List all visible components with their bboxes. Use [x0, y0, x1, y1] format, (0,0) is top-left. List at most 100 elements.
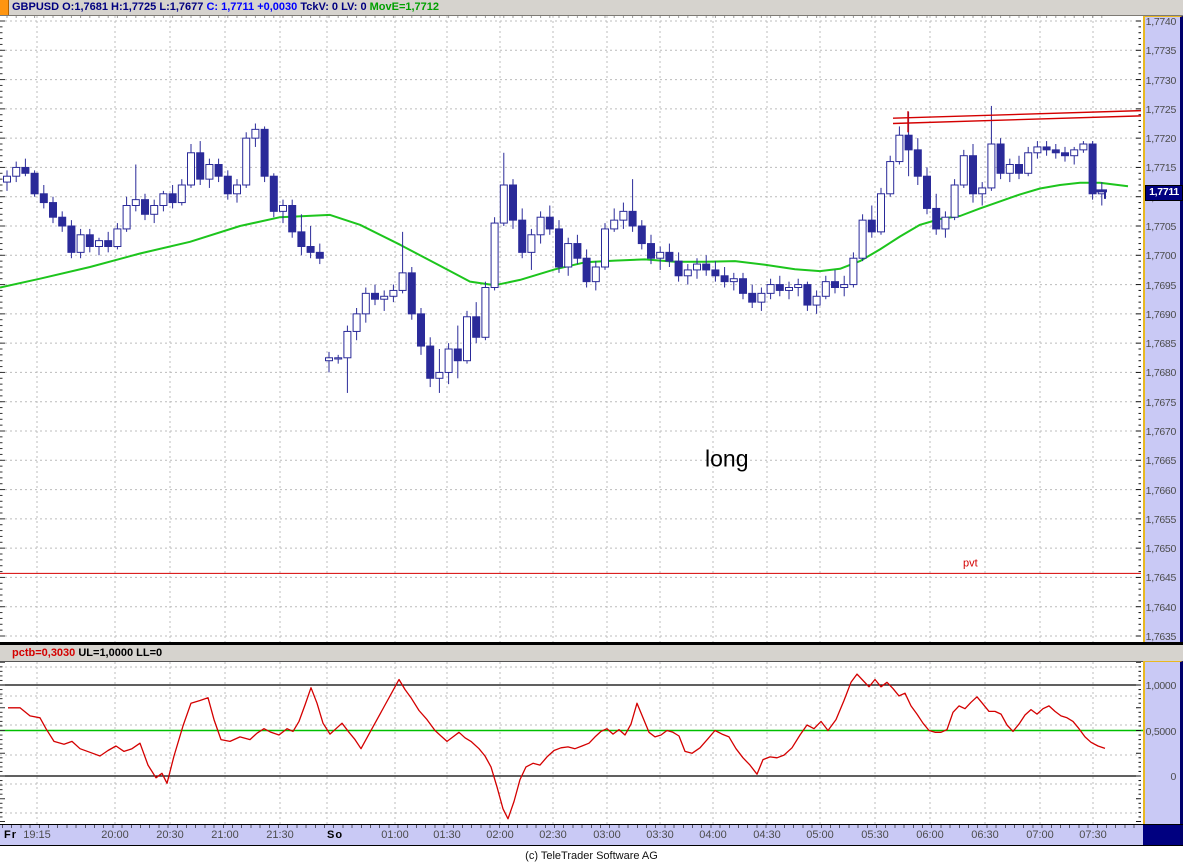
price-axis-label: 1,7660: [1145, 484, 1177, 497]
candle: [683, 269, 692, 277]
candle: [297, 231, 306, 248]
candle: [674, 260, 683, 277]
time-axis-label: 03:30: [646, 829, 674, 841]
readout-segment: MovE=1,7712: [369, 1, 440, 13]
time-axis-label: 03:00: [593, 829, 621, 841]
candle: [831, 281, 839, 288]
indicator-header-bar[interactable]: pctb=0,3030 UL=1,0000 LL=0: [0, 645, 1183, 662]
candle: [21, 166, 30, 174]
candle: [334, 357, 343, 360]
candle: [941, 216, 950, 230]
long-annotation[interactable]: long: [705, 445, 748, 471]
candle: [490, 222, 499, 288]
price-axis-label: 1,7740: [1145, 16, 1177, 28]
candle: [895, 134, 904, 163]
time-axis-label: 20:30: [156, 829, 184, 841]
candle: [1051, 149, 1060, 154]
candle: [996, 143, 1005, 174]
time-axis-label: 21:30: [266, 829, 294, 841]
candle: [187, 152, 195, 186]
candle: [444, 348, 453, 373]
readout-segment: pctb=0,3030: [12, 647, 76, 659]
time-axis-label: Fr: [4, 829, 17, 841]
price-axis-label: 1,7650: [1145, 543, 1177, 556]
price-axis-label: 1,7715: [1145, 162, 1177, 175]
candle: [122, 205, 131, 230]
candle: [785, 287, 793, 291]
candle: [886, 161, 895, 195]
candle: [260, 128, 269, 177]
price-axis-label: 1,7700: [1145, 250, 1177, 263]
candle: [877, 193, 885, 233]
time-axis-label: 01:00: [381, 829, 409, 841]
candle: [223, 175, 232, 195]
candle: [555, 228, 563, 268]
indicator-axis[interactable]: 1,0000 0,5000 0: [1143, 661, 1183, 824]
candle: [1070, 149, 1079, 157]
readout-segment: UL=1,0000 LL=0: [75, 647, 163, 659]
price-axis-label: 1,7730: [1145, 74, 1177, 87]
time-axis-label: 04:30: [753, 829, 781, 841]
price-axis[interactable]: 1,7740 1,7735 1,7730 1,7725 1,7720 1,7715 1,77…: [1143, 16, 1183, 643]
indicator-canvas[interactable]: [0, 662, 1143, 824]
candle: [693, 263, 701, 271]
price-axis-label: 1,7640: [1145, 601, 1177, 614]
candle: [932, 207, 941, 230]
candle: [306, 246, 315, 253]
time-axis-label: 20:00: [101, 829, 129, 841]
price-axis-label: 1,7665: [1145, 455, 1177, 468]
main-chart-canvas[interactable]: pvt long: [0, 16, 1143, 642]
candle: [1088, 143, 1097, 195]
candle: [104, 240, 113, 247]
candle: [150, 205, 159, 215]
time-axis-label: 07:00: [1026, 829, 1054, 841]
candle: [729, 278, 738, 283]
time-axis-label: 02:30: [539, 829, 567, 841]
candle: [867, 219, 876, 233]
candle: [407, 272, 416, 315]
candle: [757, 292, 766, 303]
candle: [582, 257, 591, 283]
candle: [3, 175, 11, 183]
candle: [647, 243, 655, 259]
candle: [969, 155, 977, 195]
candle: [665, 251, 674, 262]
candle: [959, 155, 968, 186]
price-axis-label: 1,7685: [1145, 338, 1177, 351]
candle: [601, 228, 609, 268]
candle: [619, 210, 628, 221]
candle: [76, 234, 85, 253]
candle: [12, 166, 21, 177]
price-axis-label: 1,7690: [1145, 308, 1177, 321]
time-axis-label: 01:30: [433, 829, 461, 841]
copyright-text: (c) TeleTrader Software AG: [525, 850, 658, 862]
candle: [748, 292, 757, 303]
candle: [30, 172, 39, 195]
candle: [417, 313, 425, 347]
candle: [453, 348, 462, 362]
price-axis-label: 1,7725: [1145, 103, 1177, 116]
candle: [177, 184, 186, 204]
readout-segment: TckV: 0 LV: 0: [300, 1, 370, 13]
axis-corner-box: [1143, 825, 1183, 845]
price-axis-label: 1,7655: [1145, 513, 1177, 526]
candle: [288, 205, 297, 233]
candle: [610, 219, 619, 230]
time-axis[interactable]: Fr 19:15 20:00 20:30 21:00 21:30 So 01:00 01:30 0…: [0, 825, 1143, 845]
candle: [794, 284, 803, 289]
candle: [858, 219, 867, 259]
candle: [380, 295, 389, 300]
price-axis-label: 1,7670: [1145, 426, 1177, 438]
candle: [720, 275, 729, 283]
price-axis-label: 1,7705: [1145, 221, 1177, 233]
candle: [233, 184, 241, 195]
time-axis-label: 04:00: [699, 829, 727, 841]
candle: [426, 345, 435, 379]
candle: [821, 281, 830, 297]
time-axis-label: 02:00: [486, 829, 514, 841]
candle: [242, 137, 251, 186]
chart-header-bar[interactable]: GBPUSD O:1,7681 H:1,7725 L:1,7677 C: 1,7…: [0, 0, 1183, 16]
time-axis-label: So: [327, 829, 344, 841]
candle: [371, 292, 379, 300]
candle: [913, 149, 922, 177]
